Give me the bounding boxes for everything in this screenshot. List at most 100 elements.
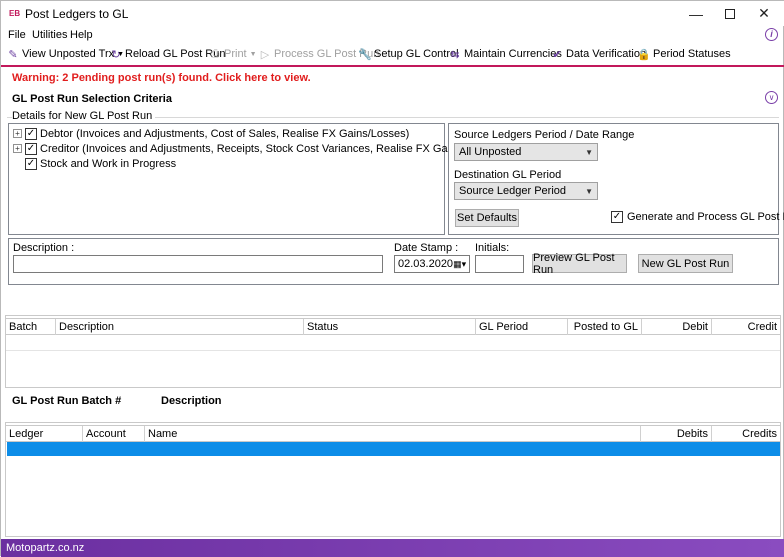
close-button[interactable]: ✕ xyxy=(747,1,781,26)
printer-icon: ⎙ xyxy=(210,47,220,60)
menu-help[interactable]: Help xyxy=(70,29,93,41)
app-window: EB Post Ledgers to GL — ✕ File Utilities… xyxy=(0,0,784,557)
stock-checkbox[interactable]: ✓ xyxy=(25,157,37,170)
calendar-icon[interactable]: ▦▾ xyxy=(453,259,466,270)
lock-icon: 🔒 xyxy=(637,48,651,61)
view-unposted-label: View Unposted Trx xyxy=(22,48,115,60)
new-run-button[interactable]: New GL Post Run xyxy=(638,254,733,273)
ledger-tree: + ✓ Debtor (Invoices and Adjustments, Co… xyxy=(13,126,503,171)
window-title: Post Ledgers to GL xyxy=(25,7,129,21)
chevron-down-icon: ▼ xyxy=(585,147,593,157)
tree-item-label: Creditor (Invoices and Adjustments, Rece… xyxy=(40,142,504,155)
batch-grid-header: Batch Description Status GL Period Poste… xyxy=(6,318,780,335)
debtor-checkbox[interactable]: ✓ xyxy=(25,127,37,140)
maximize-icon xyxy=(725,8,735,19)
app-logo-icon: EB xyxy=(9,9,21,18)
period-statuses-label: Period Statuses xyxy=(653,48,731,60)
description-label: Description : xyxy=(13,242,75,254)
column-header-gl-period[interactable]: GL Period xyxy=(476,319,568,335)
menu-bar: File Utilities Help xyxy=(1,27,784,45)
generate-process-checkbox[interactable]: ✓ xyxy=(611,211,623,223)
source-period-value: All Unposted xyxy=(459,146,522,158)
generate-process-option[interactable]: ✓ Generate and Process GL Post Run xyxy=(611,211,784,223)
generate-process-label: Generate and Process GL Post Run xyxy=(627,211,784,223)
view-unposted-button[interactable]: ✎ View Unposted Trx ▼ xyxy=(7,48,124,61)
minimize-button[interactable]: — xyxy=(679,1,713,26)
toolbar: ✎ View Unposted Trx ▼ ↻ Reload GL Post R… xyxy=(1,45,784,65)
date-stamp-picker[interactable]: 02.03.2020 ▦▾ xyxy=(394,255,470,273)
dropdown-arrow-icon: ▼ xyxy=(249,50,257,58)
dest-period-value: Source Ledger Period xyxy=(459,185,567,197)
wrench-icon: 🔧 xyxy=(358,48,372,61)
column-header-batch[interactable]: Batch xyxy=(6,319,56,335)
tree-item-label: Stock and Work in Progress xyxy=(40,157,177,170)
tree-item-stock[interactable]: ✓ Stock and Work in Progress xyxy=(13,156,503,171)
period-statuses-button[interactable]: 🔒 Period Statuses xyxy=(637,48,731,61)
maintain-currencies-button[interactable]: ⇆ Maintain Currencies xyxy=(449,48,562,61)
description-input[interactable] xyxy=(13,255,383,273)
column-header-status[interactable]: Status xyxy=(304,319,476,335)
setup-label: Setup GL Control xyxy=(374,48,459,60)
maximize-button[interactable] xyxy=(713,1,747,26)
column-header-credits[interactable]: Credits xyxy=(712,426,780,442)
collapse-chevron-icon[interactable]: ∨ xyxy=(765,91,778,104)
tree-item-debtor[interactable]: + ✓ Debtor (Invoices and Adjustments, Co… xyxy=(13,126,503,141)
setup-gl-button[interactable]: 🔧 Setup GL Control xyxy=(358,48,459,61)
source-period-label: Source Ledgers Period / Date Range xyxy=(454,129,635,141)
period-options-panel: Source Ledgers Period / Date Range All U… xyxy=(448,123,784,235)
dest-period-label: Destination GL Period xyxy=(454,169,562,181)
ledger-grid-header: Ledger Account Name Debits Credits xyxy=(6,425,780,442)
print-label: Print xyxy=(224,48,247,60)
play-icon: ▷ xyxy=(260,48,270,61)
run-details-panel: Description : Date Stamp : 02.03.2020 ▦▾… xyxy=(8,238,779,285)
expand-icon[interactable]: + xyxy=(13,144,22,153)
column-header-posted[interactable]: Posted to GL xyxy=(568,319,642,335)
selected-row[interactable] xyxy=(7,442,780,456)
status-bar-text: Motopartz.co.nz xyxy=(6,542,85,554)
column-header-debit[interactable]: Debit xyxy=(642,319,712,335)
toolbar-accent-line xyxy=(1,65,784,67)
menu-file[interactable]: File xyxy=(8,29,26,41)
tree-item-creditor[interactable]: + ✓ Creditor (Invoices and Adjustments, … xyxy=(13,141,503,156)
preview-run-button[interactable]: Preview GL Post Run xyxy=(532,252,627,276)
chevron-down-icon: ▼ xyxy=(585,186,593,196)
column-header-name[interactable]: Name xyxy=(145,426,641,442)
criteria-section-title: GL Post Run Selection Criteria xyxy=(12,93,172,105)
initials-input[interactable] xyxy=(475,255,524,273)
dest-period-select[interactable]: Source Ledger Period ▼ xyxy=(454,182,598,200)
column-header-credit[interactable]: Credit xyxy=(712,319,780,335)
set-defaults-button[interactable]: Set Defaults xyxy=(455,209,519,227)
column-header-description[interactable]: Description xyxy=(56,319,304,335)
verification-label: Data Verification xyxy=(566,48,647,60)
column-header-ledger[interactable]: Ledger xyxy=(6,426,83,442)
column-header-debits[interactable]: Debits xyxy=(641,426,712,442)
initials-label: Initials: xyxy=(475,242,510,254)
creditor-checkbox[interactable]: ✓ xyxy=(25,142,37,155)
expand-icon[interactable]: + xyxy=(13,129,22,138)
ledger-grid: Ledger Account Name Debits Credits xyxy=(5,422,781,537)
status-bar: Motopartz.co.nz xyxy=(1,539,784,557)
details-label: Details for New GL Post Run xyxy=(12,110,156,122)
batch-grid: Batch Description Status GL Period Poste… xyxy=(5,315,781,388)
reload-icon: ↻ xyxy=(111,48,121,61)
currency-icon: ⇆ xyxy=(450,48,460,61)
data-verification-button[interactable]: ✔ Data Verification xyxy=(551,48,647,61)
document-edit-icon: ✎ xyxy=(8,48,18,61)
menu-utilities[interactable]: Utilities xyxy=(32,29,67,41)
source-period-select[interactable]: All Unposted ▼ xyxy=(454,143,598,161)
column-header-account[interactable]: Account xyxy=(83,426,145,442)
batch-number-label: GL Post Run Batch # xyxy=(12,395,122,407)
date-stamp-label: Date Stamp : xyxy=(394,242,459,254)
batch-description-label: Description xyxy=(161,395,222,407)
title-bar: EB Post Ledgers to GL — ✕ xyxy=(1,1,784,26)
print-button[interactable]: ⎙ Print ▼ xyxy=(209,47,257,61)
info-icon[interactable]: i xyxy=(765,28,778,41)
tree-item-label: Debtor (Invoices and Adjustments, Cost o… xyxy=(40,127,410,140)
pending-warning-link[interactable]: Warning: 2 Pending post run(s) found. Cl… xyxy=(12,72,311,84)
date-stamp-value: 02.03.2020 xyxy=(398,258,454,270)
ledger-tree-panel: + ✓ Debtor (Invoices and Adjustments, Co… xyxy=(8,123,503,235)
grid-row-divider xyxy=(6,350,780,351)
currencies-label: Maintain Currencies xyxy=(464,48,562,60)
check-circle-icon: ✔ xyxy=(552,48,562,61)
